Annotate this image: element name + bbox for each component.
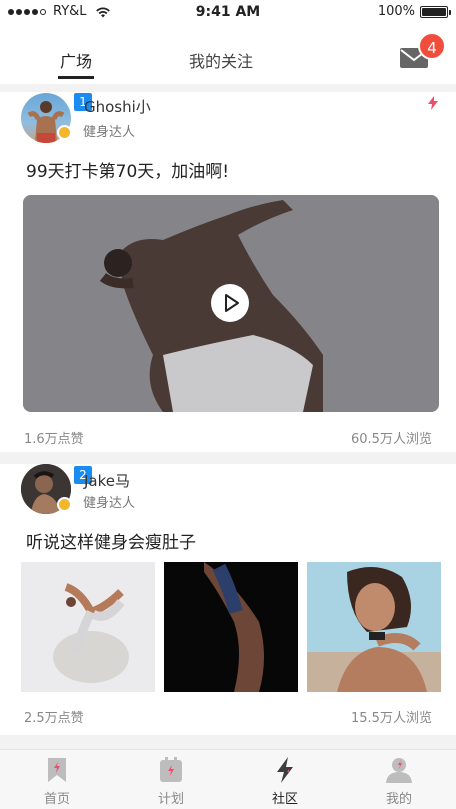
vip-badge-icon xyxy=(57,125,72,140)
post-image[interactable] xyxy=(164,562,298,692)
nav-label: 计划 xyxy=(157,792,184,807)
nav-plan[interactable]: 计划 xyxy=(114,750,228,809)
top-tabs: 广场 我的关注 xyxy=(0,40,456,84)
username[interactable]: Ghoshi小 xyxy=(84,96,151,117)
battery-percent: 100% xyxy=(377,4,415,19)
user-title: 健身达人 xyxy=(83,496,136,511)
nav-label: 社区 xyxy=(271,792,298,807)
jumping-athlete-photo xyxy=(21,562,155,692)
username[interactable]: Jake马 xyxy=(84,470,130,491)
post-divider xyxy=(0,735,456,749)
lightning-icon xyxy=(277,757,293,783)
user-title: 健身达人 xyxy=(83,125,136,140)
calendar-icon xyxy=(160,757,182,782)
woman-athlete-photo xyxy=(307,562,441,692)
flash-icon[interactable] xyxy=(427,96,439,110)
person-icon xyxy=(386,758,412,783)
nav-profile[interactable]: 我的 xyxy=(342,750,456,809)
post-image[interactable] xyxy=(307,562,441,692)
status-right: 100% xyxy=(377,4,451,19)
post-divider xyxy=(0,452,456,464)
vip-badge-icon xyxy=(57,497,72,512)
views-count: 60.5万人浏览 xyxy=(351,432,432,447)
post-text: 99天打卡第70天，加油啊! xyxy=(26,162,230,182)
back-muscles-photo xyxy=(164,562,298,692)
nav-label: 首页 xyxy=(43,792,70,807)
nav-community[interactable]: 社区 xyxy=(228,750,342,809)
status-bar: RY&L 9:41 AM 100% xyxy=(0,0,456,24)
tab-indicator xyxy=(58,76,94,79)
battery-icon xyxy=(420,5,451,18)
nav-label: 我的 xyxy=(385,792,412,807)
play-icon[interactable] xyxy=(211,284,249,322)
post-text: 听说这样健身会瘦肚子 xyxy=(26,533,196,553)
mail-badge: 4 xyxy=(418,32,446,60)
tab-square[interactable]: 广场 xyxy=(60,48,92,72)
feed-top-divider xyxy=(0,84,456,92)
likes-count: 2.5万点赞 xyxy=(24,711,84,726)
tab-following[interactable]: 我的关注 xyxy=(189,48,253,72)
nav-home[interactable]: 首页 xyxy=(0,750,114,809)
likes-count: 1.6万点赞 xyxy=(24,432,84,447)
views-count: 15.5万人浏览 xyxy=(351,711,432,726)
bookmark-icon xyxy=(48,758,66,782)
post-image[interactable] xyxy=(21,562,155,692)
bottom-nav: 首页 计划 社区 我的 xyxy=(0,749,456,809)
